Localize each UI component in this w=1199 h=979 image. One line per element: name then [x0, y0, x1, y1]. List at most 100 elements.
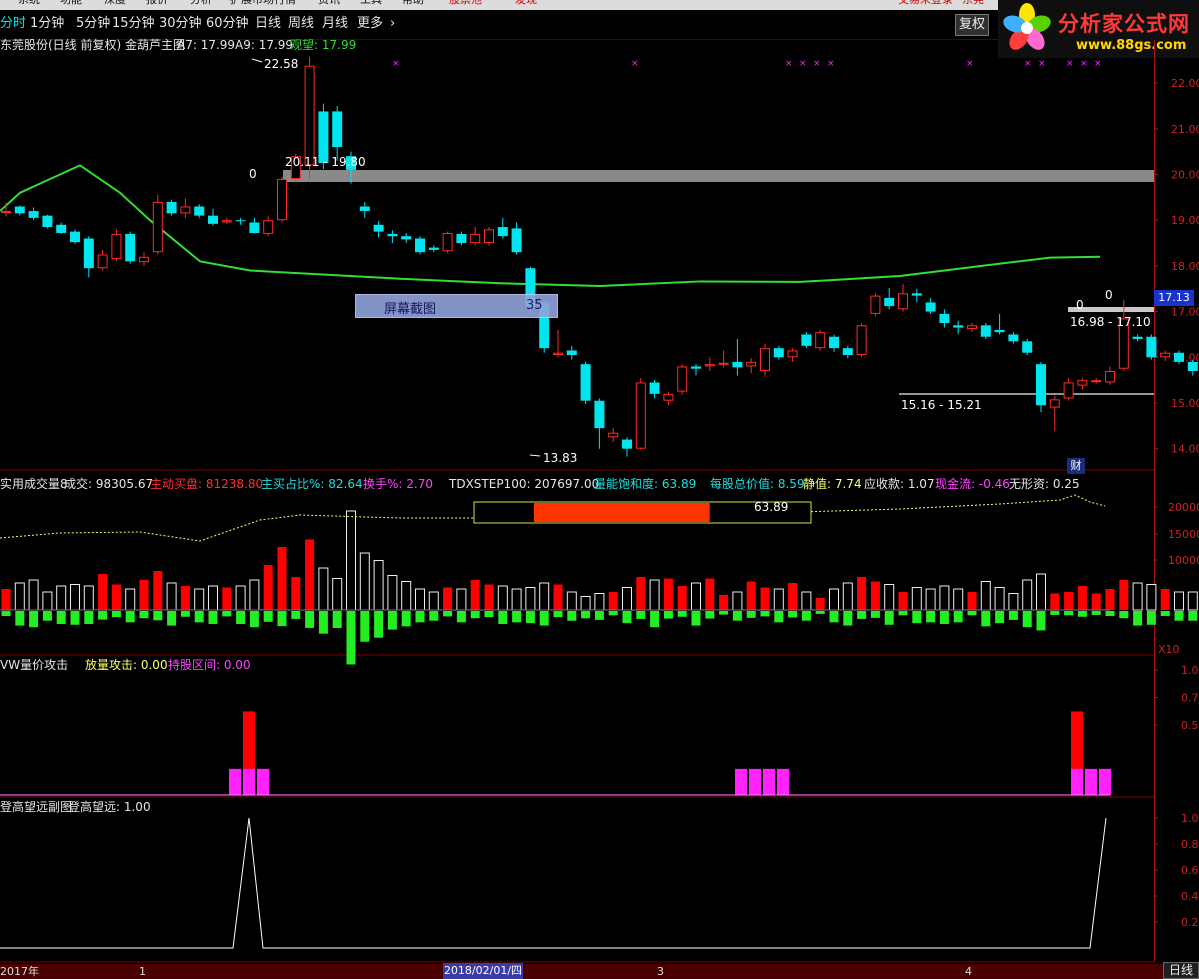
candle-body-77 [1063, 382, 1074, 399]
candle-body-30 [415, 238, 425, 253]
vol-bar-51 [705, 578, 715, 610]
vol-bar-28 [387, 575, 398, 611]
vol-huanshou: 换手%: 2.70 [363, 477, 433, 491]
vol-bar-23 [318, 567, 329, 611]
vol-neg-bar-68 [939, 611, 949, 624]
candle-body-27 [373, 224, 384, 232]
candle-body-24 [332, 111, 343, 148]
candle-body-17 [235, 220, 246, 222]
vol-panel-name: 实用成交量8 [0, 477, 68, 491]
finance-badge[interactable]: 财 [1067, 458, 1085, 474]
candle-body-43 [594, 400, 605, 429]
vol-neg-bar-74 [1022, 611, 1032, 628]
candle-body-63 [870, 295, 881, 314]
vol-neg-bar-5 [70, 611, 80, 625]
candle-body-84 [1160, 352, 1171, 358]
vol-bar-35 [484, 584, 494, 610]
vol-neg-bar-84 [1160, 611, 1170, 617]
vol-neg-bar-62 [857, 611, 867, 619]
vol-neg-bar-0 [1, 611, 11, 617]
vol-neg-bar-44 [608, 611, 618, 616]
vol-zhudong: 主动买盘: 81238.80 [150, 477, 264, 491]
vol-bar-84 [1160, 589, 1170, 610]
candle-body-47 [649, 382, 660, 394]
signal-marker-9: × [1066, 59, 1074, 69]
attack-axis-label-1: 0.75 [1181, 692, 1199, 705]
vol-neg-bar-16 [222, 611, 232, 617]
signal-marker-6: × [966, 59, 974, 69]
dengao-panel-name: 登高望远副图 [0, 800, 73, 814]
vol-neg-bar-72 [995, 611, 1005, 624]
vol-bar-48 [663, 578, 673, 610]
attack-axis-label-0: 1.00 [1181, 664, 1199, 677]
vol-neg-bar-42 [581, 611, 591, 619]
zero-label: 0 [249, 167, 257, 181]
candle-body-50 [691, 366, 701, 369]
vol-neg-bar-25 [346, 611, 356, 665]
candle-body-35 [484, 229, 494, 244]
candle-body-70 [967, 325, 977, 329]
vol-bar-59 [815, 598, 825, 610]
vol-neg-bar-35 [484, 611, 494, 618]
vol-neg-bar-36 [498, 611, 508, 624]
vol-neg-bar-11 [153, 611, 163, 621]
vol-neg-bar-64 [884, 611, 894, 625]
screenshot-value: 35 [526, 298, 543, 313]
dengao-axis-label-1: 0.80 [1181, 838, 1199, 851]
vol-axis-label-0: 20000 [1168, 501, 1199, 514]
candle-body-59 [815, 332, 826, 349]
candle-body-11 [152, 201, 163, 253]
dengao-value: 登高望远: 1.00 [68, 800, 151, 814]
vol-neg-bar-31 [429, 611, 439, 621]
vol-bar-54 [746, 581, 756, 610]
vol-axis-label-1: 15000 [1168, 528, 1199, 541]
main-panel-title: 东莞股份(日线 前复权) 金葫芦主图 [0, 38, 185, 52]
moving-average-line [0, 164, 1101, 288]
vol-neg-bar-41 [567, 611, 577, 621]
signal-marker-8: × [1038, 59, 1046, 69]
vol-liangneng: 量能饱和度: 63.89 [594, 477, 697, 491]
attack-bar-base-7 [1071, 768, 1083, 795]
vol-bar-47 [649, 579, 660, 611]
vol-neg-bar-59 [815, 611, 825, 614]
vol-bar-39 [539, 582, 550, 611]
candle-body-61 [842, 348, 853, 356]
attack-bar-0 [229, 768, 241, 795]
vol-bar-57 [788, 583, 798, 610]
vol-bar-11 [153, 571, 163, 610]
candle-body-53 [732, 361, 743, 368]
candle-body-40 [553, 352, 563, 356]
vol-bar-9 [125, 588, 136, 611]
attack-bar-8 [1085, 768, 1097, 795]
vol-bar-25 [346, 510, 356, 611]
zone-label-top: 20.11 - 19.80 [285, 155, 366, 169]
price-axis-label-3: 19.00 [1171, 214, 1199, 227]
vol-neg-bar-86 [1188, 611, 1198, 621]
vol-xianjin: 现金流: -0.46 [935, 477, 1010, 491]
vol-neg-bar-58 [801, 611, 811, 621]
candle-body-15 [208, 215, 218, 224]
vol-neg-bar-14 [194, 611, 204, 623]
vol-bar-12 [166, 582, 177, 611]
vol-bar-38 [525, 587, 536, 611]
signal-marker-2: × [785, 59, 793, 69]
vol-neg-bar-30 [415, 611, 425, 623]
vol-neg-bar-28 [387, 611, 397, 630]
vol-jingzhi: 静值: 7.74 [803, 477, 862, 491]
vol-bar-63 [870, 581, 880, 610]
dayline-button[interactable]: 日线 [1163, 962, 1199, 979]
candle-body-34 [470, 233, 481, 244]
vol-bar-71 [980, 581, 991, 611]
vol-bar-15 [208, 585, 218, 611]
vol-neg-bar-45 [622, 611, 632, 624]
vol-bar-80 [1105, 589, 1115, 610]
vol-neg-bar-22 [305, 611, 315, 628]
vol-neg-bar-78 [1077, 611, 1087, 617]
vol-bar-2 [28, 579, 39, 611]
vol-neg-bar-50 [691, 611, 701, 626]
candle-body-0 [1, 211, 11, 214]
screenshot-tooltip[interactable]: 屏幕截图 35 [355, 294, 558, 318]
signal-marker-3: × [799, 59, 807, 69]
vol-chengjiao: 成交: 98305.67 [64, 477, 154, 491]
vol-bar-44 [608, 592, 618, 610]
